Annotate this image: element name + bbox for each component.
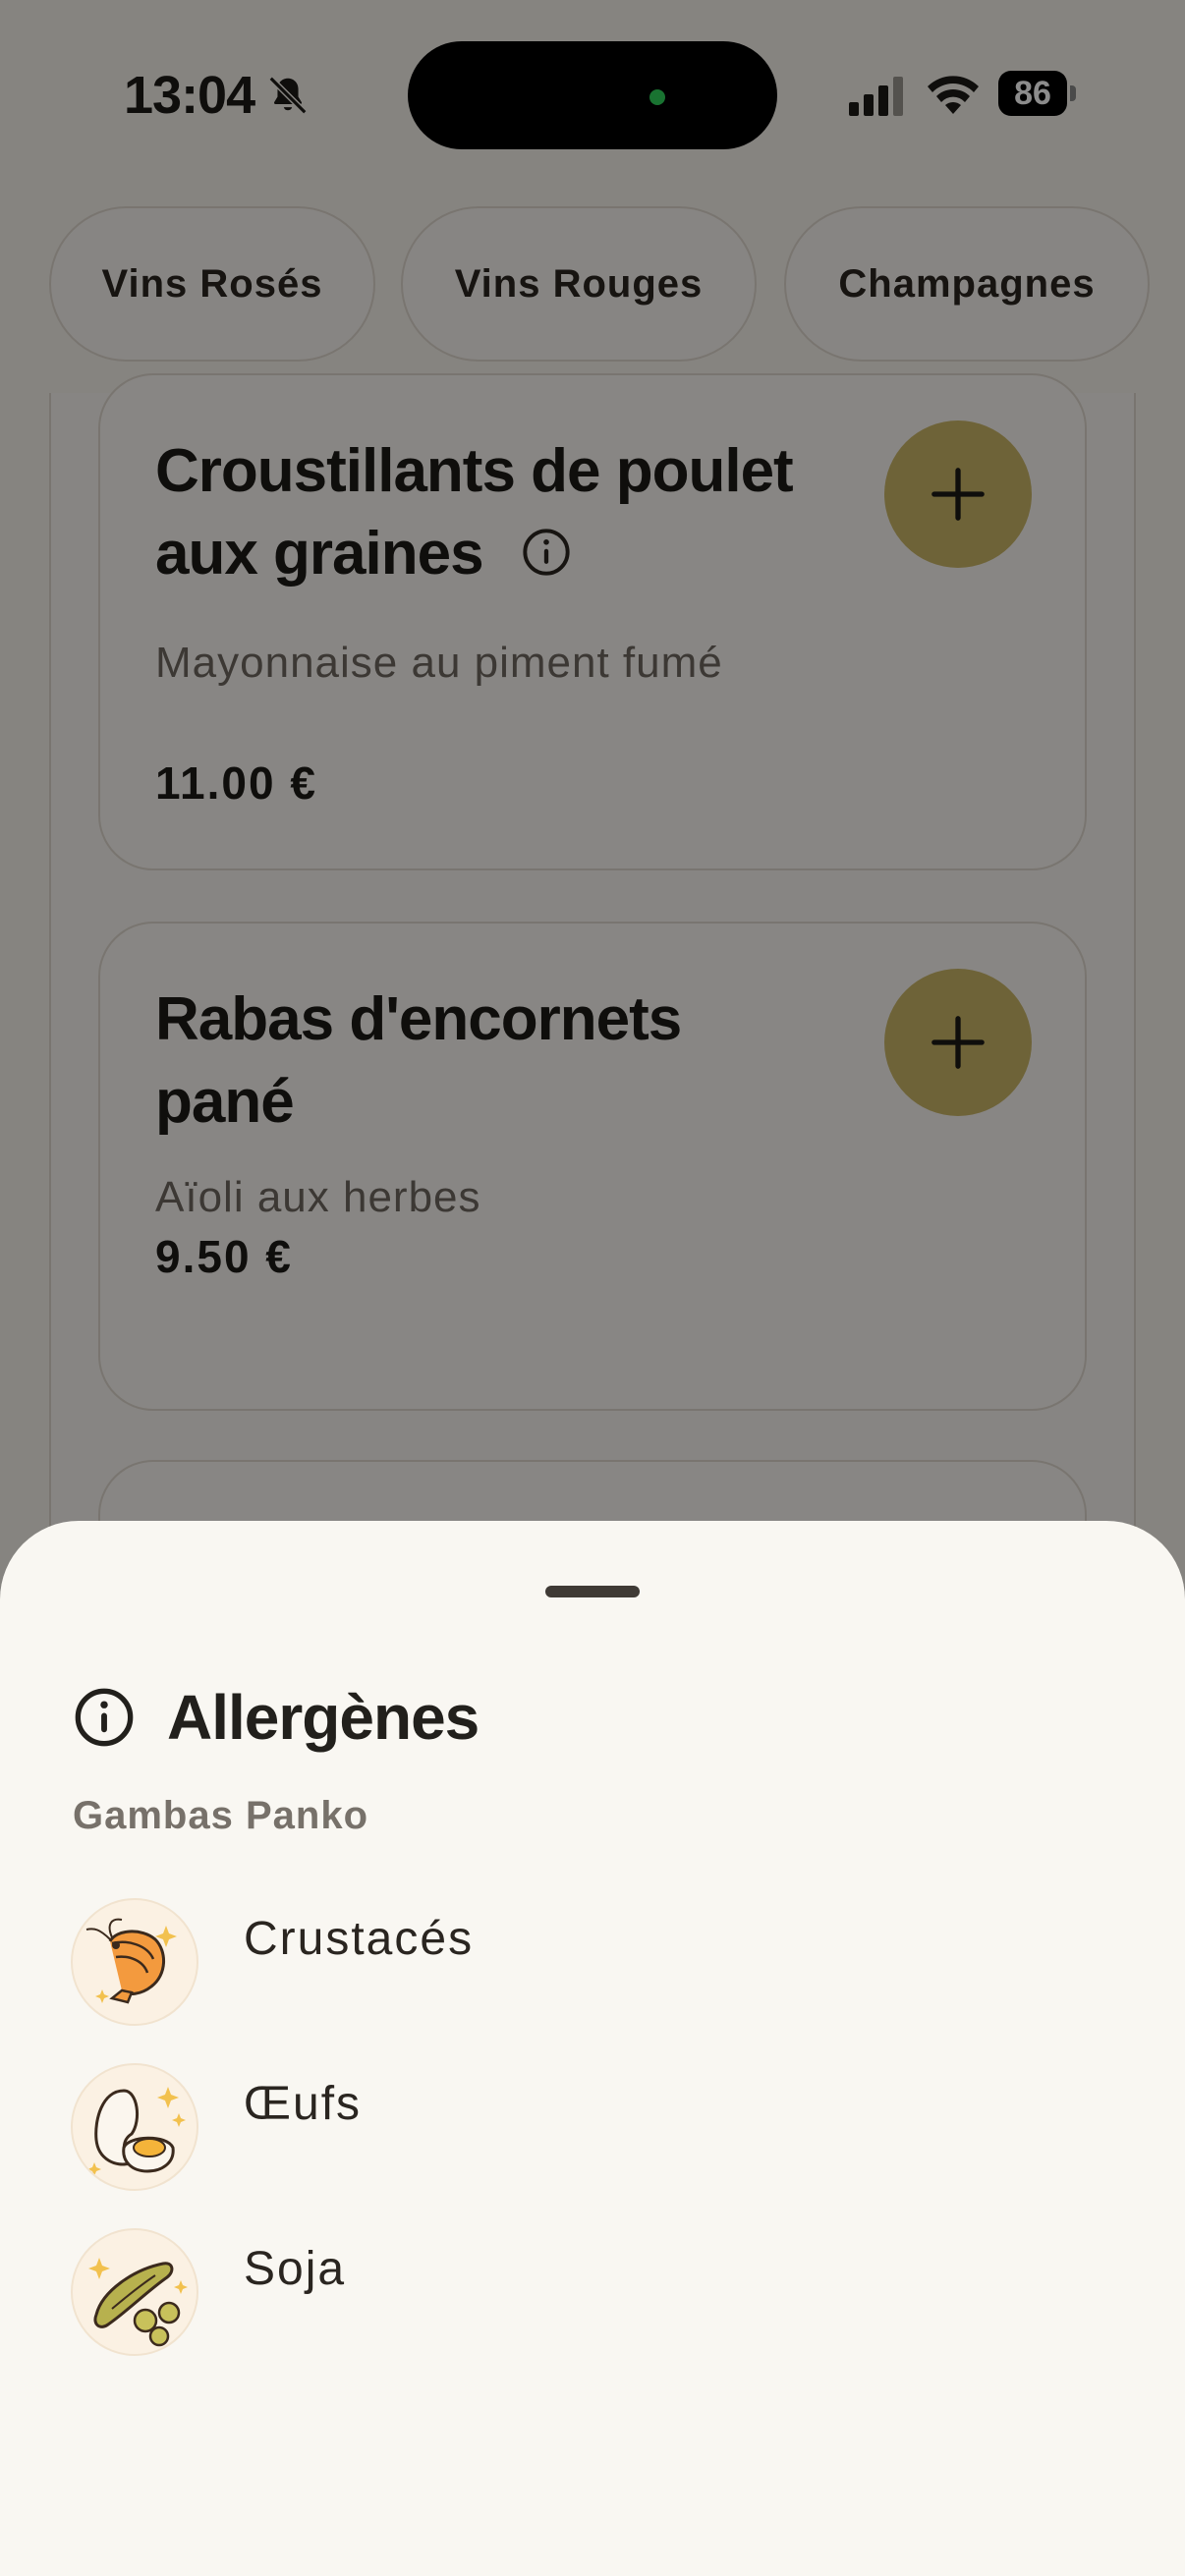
allergen-item: Soja: [71, 2228, 1053, 2356]
sheet-header: Allergènes: [73, 1678, 480, 1757]
info-icon: [75, 1688, 134, 1747]
allergens-sheet: Allergènes Gambas Panko Crustacés Œufs S…: [0, 1521, 1185, 2576]
dish-name: Gambas Panko: [73, 1794, 369, 1837]
sheet-title: Allergènes: [167, 1682, 480, 1753]
shrimp-icon: [85, 1918, 177, 2004]
sheet-grabber[interactable]: [545, 1586, 640, 1597]
allergen-label: Crustacés: [244, 1913, 475, 1965]
allergen-item: Crustacés: [71, 1898, 1053, 2026]
allergen-label: Œufs: [244, 2078, 363, 2130]
allergen-item: Œufs: [71, 2063, 1053, 2191]
allergen-label: Soja: [244, 2243, 347, 2295]
soy-icon: [88, 2258, 188, 2347]
egg-icon: [87, 2087, 186, 2176]
